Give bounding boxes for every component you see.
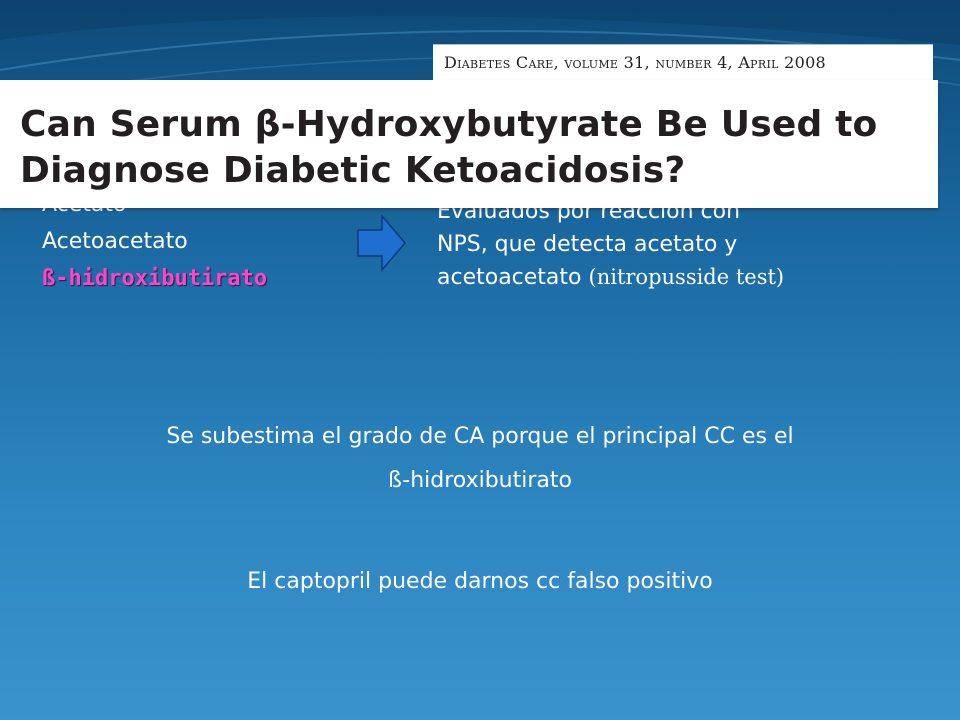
nps-line-2: NPS, que detecta acetato y xyxy=(437,232,738,257)
nps-description: Evaluados por reacción con NPS, que dete… xyxy=(437,195,937,294)
journal-citation-box: Diabetes Care, volume 31, number 4, Apri… xyxy=(433,44,933,81)
article-title-line-2: Diagnose Diabetic Ketoacidosis? xyxy=(20,150,686,191)
right-arrow-icon xyxy=(357,214,406,272)
article-title: Can Serum β-Hydroxybutyrate Be Used to D… xyxy=(20,102,878,194)
paragraph-captopril: El captopril puede darnos cc falso posit… xyxy=(247,569,713,594)
nps-line-3: acetoacetato (nitropusside test) xyxy=(437,261,937,294)
paragraph-underestimate: Se subestima el grado de CA porque el pr… xyxy=(0,415,960,503)
nps-line-3-paren: (nitropusside test) xyxy=(588,265,785,289)
paragraph-underestimate-line-1: Se subestima el grado de CA porque el pr… xyxy=(166,424,794,449)
list-item-hidroxibutirato: ß-hidroxibutirato xyxy=(42,266,268,291)
list-item-acetoacetato: Acetoacetato xyxy=(42,229,188,254)
journal-citation: Diabetes Care, volume 31, number 4, Apri… xyxy=(444,53,827,72)
article-title-line-1: Can Serum β-Hydroxybutyrate Be Used to xyxy=(20,104,878,145)
paragraph-underestimate-line-2: ß-hidroxibutirato xyxy=(388,468,572,493)
nps-line-3-main: acetoacetato xyxy=(437,265,582,290)
article-title-box: Can Serum β-Hydroxybutyrate Be Used to D… xyxy=(0,80,938,208)
slide: Acetato Acetoacetato ß-hidroxibutirato E… xyxy=(0,0,960,720)
